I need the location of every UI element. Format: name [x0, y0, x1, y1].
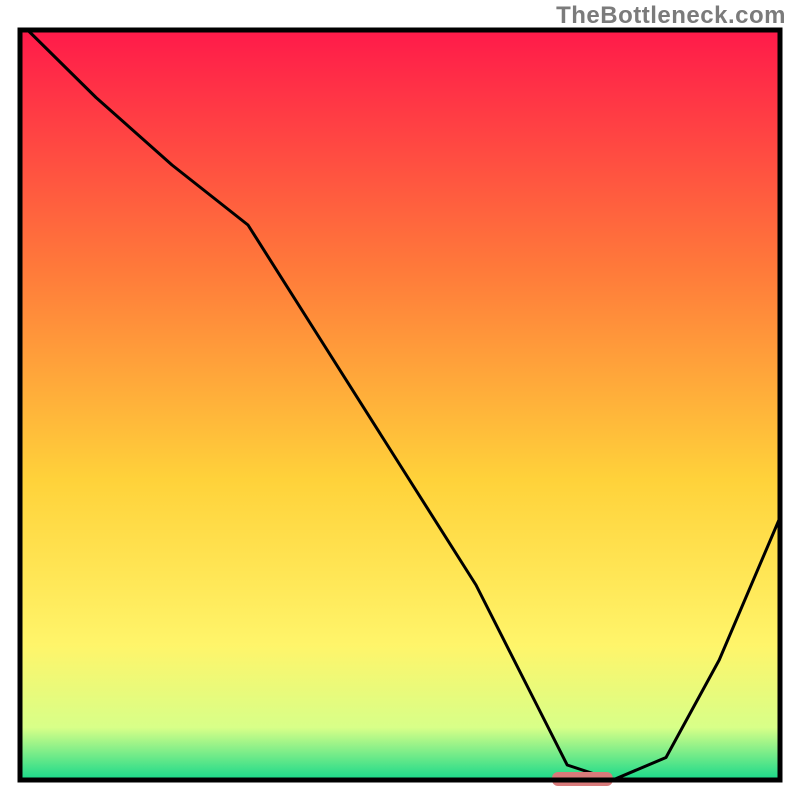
gradient-background	[20, 30, 780, 780]
chart-container: { "watermark": "TheBottleneck.com", "col…	[0, 0, 800, 800]
bottleneck-chart	[0, 0, 800, 800]
